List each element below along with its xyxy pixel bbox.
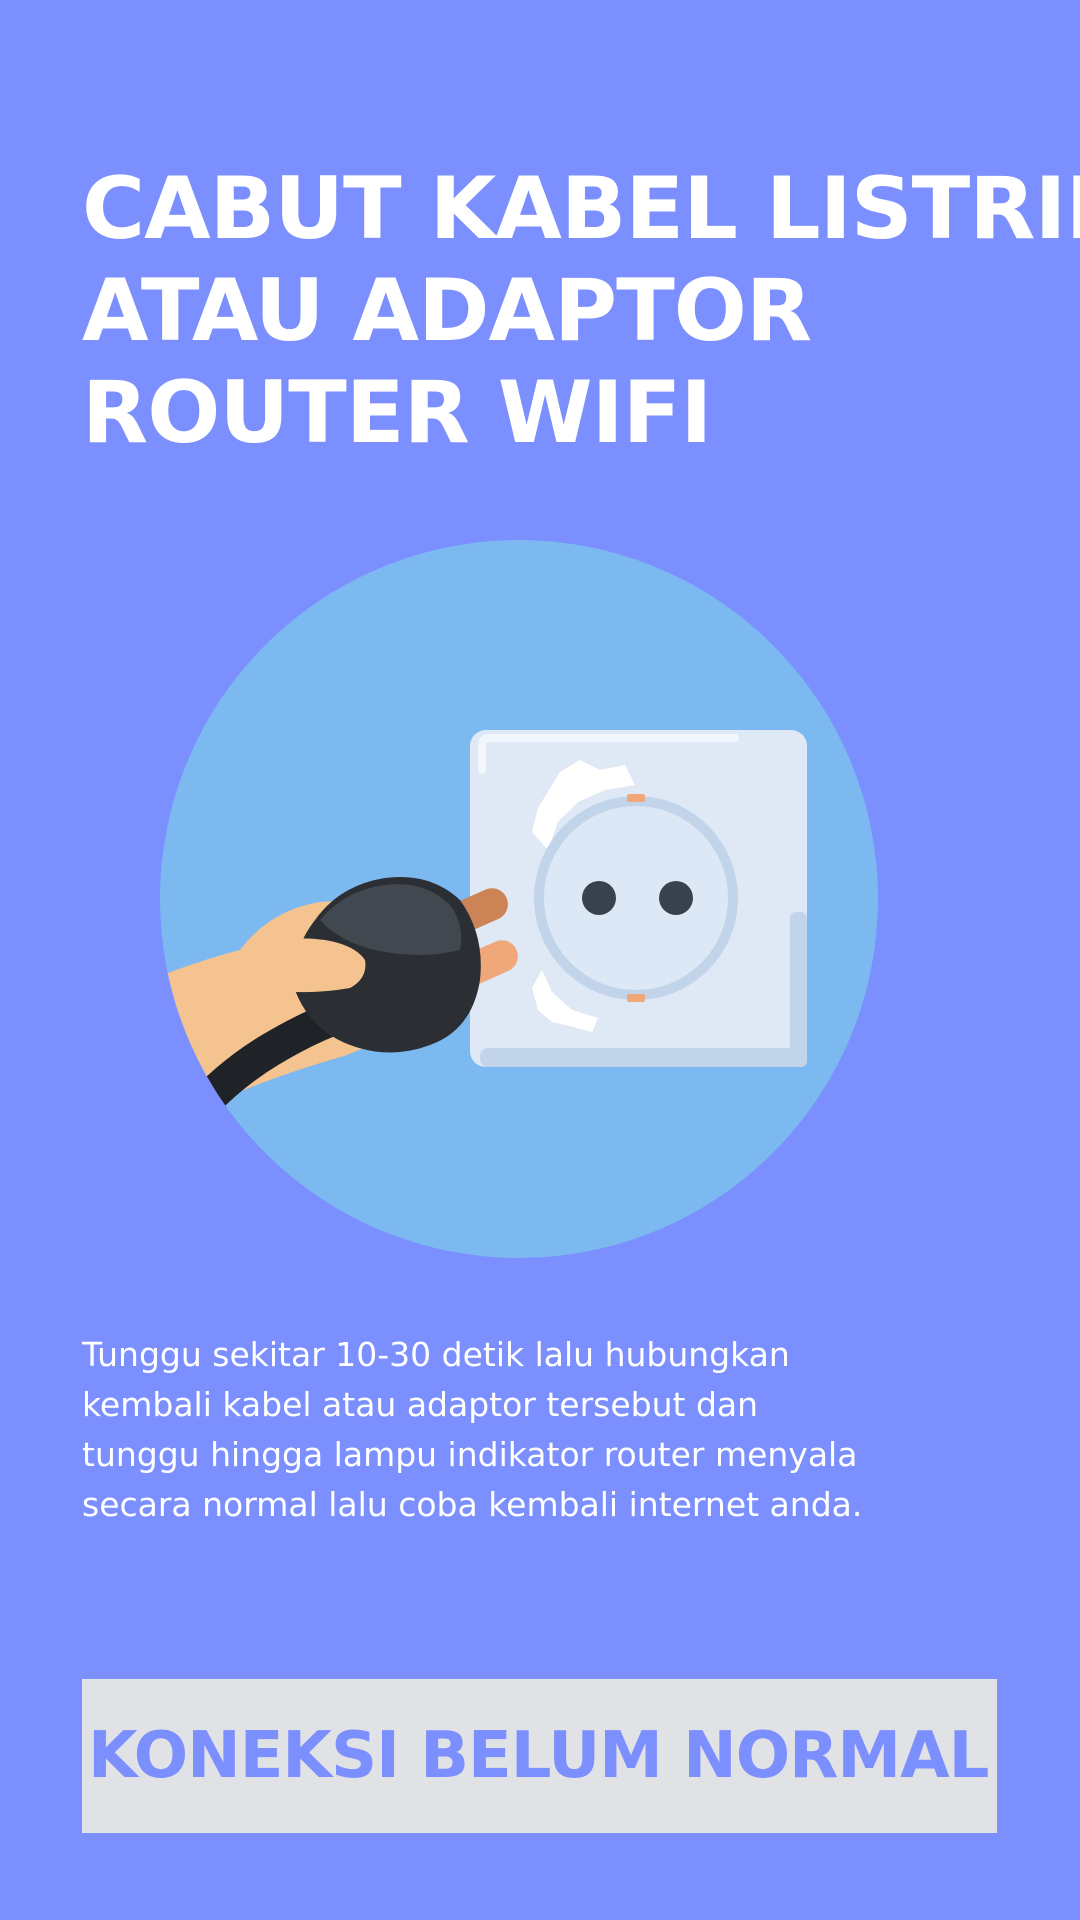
title-line-3: ROUTER WIFI [82, 363, 712, 463]
instruction-line-4: secara normal lalu coba kembali internet… [82, 1485, 863, 1524]
instruction-text: Tunggu sekitar 10-30 detik lalu hubungka… [82, 1330, 1002, 1530]
connection-not-normal-button[interactable]: KONEKSI BELUM NORMAL ? [82, 1679, 1047, 1833]
page-title: CABUT KABEL LISTRIK ATAU ADAPTOR ROUTER … [82, 158, 1080, 464]
instruction-line-1: Tunggu sekitar 10-30 detik lalu hubungka… [82, 1335, 790, 1374]
title-line-2: ATAU ADAPTOR [82, 261, 812, 361]
unplug-illustration [160, 540, 880, 1260]
instruction-line-3: tunggu hingga lampu indikator router men… [82, 1435, 858, 1474]
unplug-power-socket-icon [160, 540, 878, 1258]
socket-hole-left [582, 881, 616, 915]
socket-hole-right [659, 881, 693, 915]
instruction-line-2: kembali kabel atau adaptor tersebut dan [82, 1385, 759, 1424]
title-line-1: CABUT KABEL LISTRIK [82, 159, 1080, 259]
